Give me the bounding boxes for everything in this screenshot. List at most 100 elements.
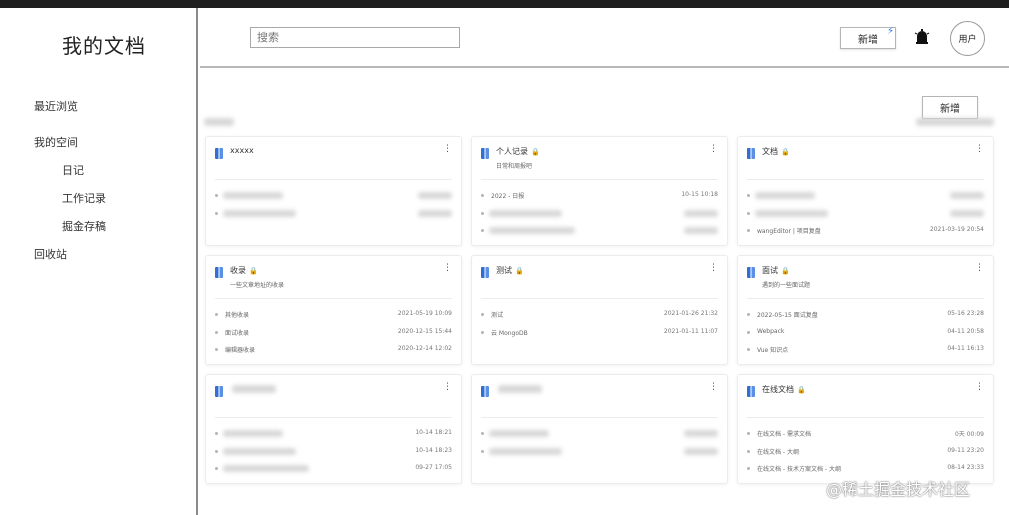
document-name-blurred — [489, 448, 562, 455]
document-card[interactable]: 收录 🔒 一些文章地址的收录 ⋮ 其他收录 2021-05-19 10:09 面试收录 202… — [205, 255, 462, 365]
document-list-item[interactable]: 面试收录 2020-12-15 15:44 — [215, 328, 452, 338]
lock-icon: 🔒 — [515, 267, 524, 275]
document-list-item[interactable] — [747, 209, 984, 219]
card-title: 收录 🔒 — [230, 265, 258, 276]
card-divider — [215, 417, 452, 418]
document-list-item[interactable]: 其他收录 2021-05-19 10:09 — [215, 310, 452, 320]
more-options-icon[interactable]: ⋮ — [709, 144, 718, 154]
bullet-icon — [481, 313, 484, 316]
lock-icon: 🔒 — [797, 386, 806, 394]
document-card[interactable]: 个人记录 🔒 日常和周报吧 ⋮ 2022 - 日报 10-15 10:18 — [471, 136, 728, 246]
more-options-icon[interactable]: ⋮ — [443, 382, 452, 392]
document-list-item[interactable]: 在线文档 - 需求文档 0天 00:09 — [747, 429, 984, 439]
document-card[interactable]: 测试 🔒 ⋮ 测试 2021-01-26 21:32 云 MongoDB 2021-01-1… — [471, 255, 728, 365]
book-icon — [747, 386, 755, 397]
more-options-icon[interactable]: ⋮ — [443, 263, 452, 273]
document-card[interactable]: xxxxx ⋮ — [205, 136, 462, 246]
card-title: 个人记录 🔒 — [496, 146, 540, 157]
card-title-text: 个人记录 — [496, 147, 528, 156]
document-time: 2021-05-19 10:09 — [397, 310, 452, 317]
bullet-icon — [481, 212, 484, 215]
document-time-blurred — [418, 192, 452, 199]
sidebar-item-work-log[interactable]: 工作记录 — [62, 190, 106, 206]
document-list-item[interactable]: 测试 2021-01-26 21:32 — [481, 310, 718, 320]
document-name-blurred — [755, 192, 815, 199]
document-time: 05-16 23:28 — [947, 310, 984, 317]
sidebar-item-juejin-drafts[interactable]: 掘金存稿 — [62, 218, 106, 234]
document-card[interactable]: ⋮ 10-14 18:21 10-14 18:23 09-27 17:05 — [205, 374, 462, 484]
document-list-item[interactable]: 2022 - 日报 10-15 10:18 — [481, 191, 718, 201]
bullet-icon — [215, 313, 218, 316]
document-name-blurred — [223, 192, 283, 199]
document-time: 2021-03-19 20:54 — [929, 226, 984, 233]
document-time: 10-15 10:18 — [681, 191, 718, 198]
document-list-item[interactable] — [481, 447, 718, 457]
bullet-icon — [747, 348, 750, 351]
sidebar-item-recent[interactable]: 最近浏览 — [34, 98, 78, 114]
document-list-item[interactable] — [215, 209, 452, 219]
document-time: 09-27 17:05 — [415, 464, 452, 471]
document-list-item[interactable]: 在线文档 - 技术方案文档 - 大纲 08-14 23:33 — [747, 464, 984, 474]
document-card[interactable]: 文档 🔒 ⋮ wangEditor | 项目复盘 2021-03-19 20:54 — [737, 136, 994, 246]
bullet-icon — [481, 331, 484, 334]
lock-icon: 🔒 — [781, 267, 790, 275]
more-options-icon[interactable]: ⋮ — [443, 144, 452, 154]
more-options-icon[interactable]: ⋮ — [709, 263, 718, 273]
document-name-blurred — [223, 448, 296, 455]
document-list-item[interactable] — [215, 191, 452, 201]
card-title-blurred — [232, 385, 276, 393]
bell-icon[interactable] — [913, 28, 931, 46]
document-list-item[interactable] — [747, 191, 984, 201]
bullet-icon — [215, 467, 218, 470]
document-name: Webpack — [757, 328, 785, 335]
document-list-item[interactable] — [481, 429, 718, 439]
document-name-blurred — [489, 210, 562, 217]
document-list-item[interactable] — [481, 209, 718, 219]
bullet-icon — [747, 194, 750, 197]
document-list-item[interactable] — [481, 226, 718, 236]
card-title-text: 文档 — [762, 147, 778, 156]
document-list-item[interactable]: 在线文档 - 大纲 09-11 23:20 — [747, 447, 984, 457]
document-time: 10-14 18:23 — [415, 447, 452, 454]
document-list-item[interactable]: 2022-05-15 面试复盘 05-16 23:28 — [747, 310, 984, 320]
lock-icon: 🔒 — [531, 148, 540, 156]
bullet-icon — [481, 194, 484, 197]
watermark: @稀土掘金技术社区 — [826, 480, 971, 499]
document-time-blurred — [950, 192, 984, 199]
view-options-blurred[interactable] — [916, 118, 994, 126]
document-list-item[interactable]: 10-14 18:21 — [215, 429, 452, 439]
card-description: 遇到的一些面试题 — [762, 282, 811, 289]
book-icon — [747, 267, 755, 278]
main-new-button[interactable]: 新增 — [922, 96, 978, 119]
document-time: 08-14 23:33 — [947, 464, 984, 471]
more-options-icon[interactable]: ⋮ — [975, 263, 984, 273]
more-options-icon[interactable]: ⋮ — [975, 382, 984, 392]
more-options-icon[interactable]: ⋮ — [975, 144, 984, 154]
document-time-blurred — [684, 448, 718, 455]
document-list-item[interactable]: Vue 知识点 04-11 16:13 — [747, 345, 984, 355]
document-list-item[interactable]: 09-27 17:05 — [215, 464, 452, 474]
document-name: 2022 - 日报 — [491, 193, 525, 200]
document-time: 0天 00:09 — [954, 431, 984, 438]
sidebar-item-recycle-bin[interactable]: 回收站 — [34, 246, 67, 262]
document-card[interactable]: ⋮ — [471, 374, 728, 484]
document-name: 其他收录 — [225, 312, 250, 319]
sidebar-item-my-space[interactable]: 我的空间 — [34, 134, 78, 150]
user-avatar[interactable]: 用户 — [950, 21, 985, 56]
more-options-icon[interactable]: ⋮ — [709, 382, 718, 392]
document-list-item[interactable]: 编辑器收录 2020-12-14 12:02 — [215, 345, 452, 355]
card-title: 在线文档 🔒 — [762, 384, 806, 395]
document-list-item[interactable]: wangEditor | 项目复盘 2021-03-19 20:54 — [747, 226, 984, 236]
card-title: xxxxx — [230, 146, 254, 155]
document-name: 云 MongoDB — [491, 330, 528, 337]
sidebar-item-diary[interactable]: 日记 — [62, 162, 84, 178]
document-list-item[interactable]: 云 MongoDB 2021-01-11 11:07 — [481, 328, 718, 338]
document-card[interactable]: 面试 🔒 遇到的一些面试题 ⋮ 2022-05-15 面试复盘 05-16 23:28 We… — [737, 255, 994, 365]
search-input[interactable] — [250, 27, 460, 48]
document-list-item[interactable]: Webpack 04-11 20:58 — [747, 328, 984, 338]
document-time-blurred — [684, 210, 718, 217]
document-list-item[interactable]: 10-14 18:23 — [215, 447, 452, 457]
app-title: 我的文档 — [62, 34, 146, 58]
bullet-icon — [747, 331, 750, 334]
document-card[interactable]: 在线文档 🔒 ⋮ 在线文档 - 需求文档 0天 00:09 在线文档 - 大纲 09-11 … — [737, 374, 994, 484]
